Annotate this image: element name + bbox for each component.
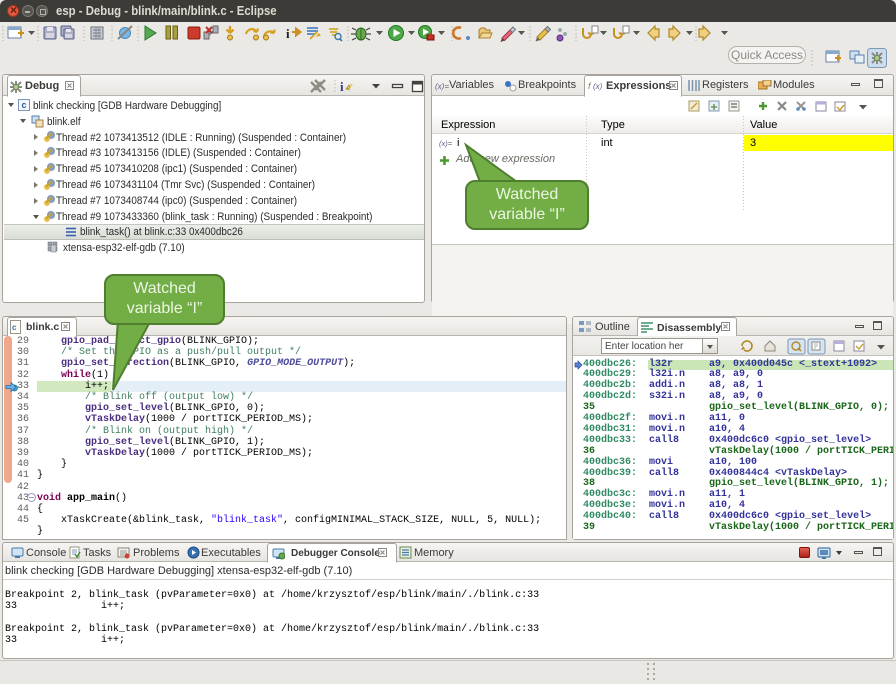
svg-text:(x)=: (x)= [435, 82, 449, 91]
svg-text:(x)=: (x)= [439, 139, 453, 148]
svg-text:f: f [588, 81, 592, 91]
svg-text:(x): (x) [593, 82, 603, 91]
svg-text:c: c [12, 323, 17, 332]
svg-text:i: i [286, 26, 290, 41]
svg-text:i: i [340, 79, 344, 94]
